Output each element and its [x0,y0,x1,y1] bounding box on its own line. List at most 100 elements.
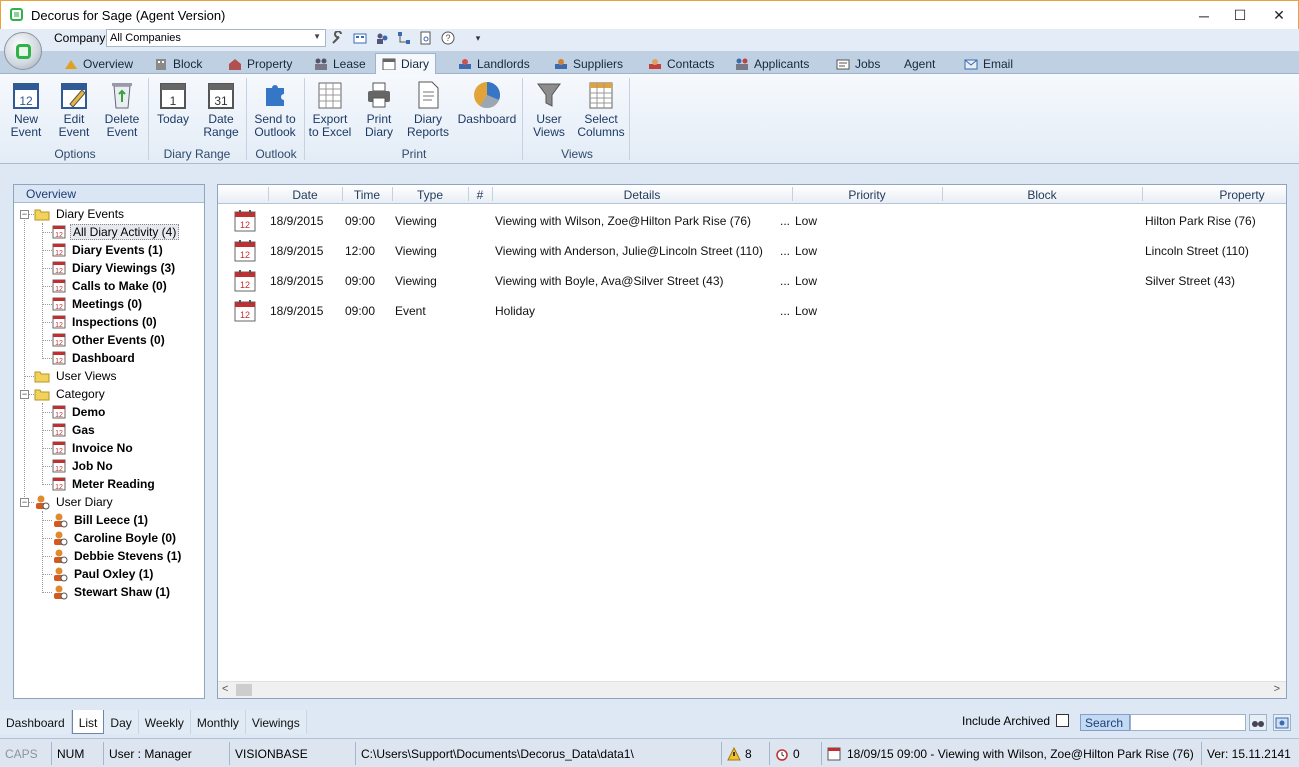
current-user: User : Manager [104,742,230,765]
tree-item-category-3[interactable]: 12 Job No [52,457,115,475]
tab-contacts[interactable]: Contacts [642,53,720,74]
warnings-indicator[interactable]: 8 [722,742,770,765]
column-header-time[interactable]: Time [342,188,392,202]
tree-item-user-3[interactable]: Paul Oxley (1) [52,565,155,583]
table-row[interactable]: 12 18/9/2015 09:00 Viewing Viewing with Boyl… [218,265,1286,295]
tree-item-user-0[interactable]: Bill Leece (1) [52,511,150,529]
tab-email[interactable]: Email [958,53,1019,74]
tab-dashboard[interactable]: Dashboard [0,710,72,734]
collapse-toggle-icon[interactable]: − [20,210,29,219]
cell-type: Viewing [395,244,437,258]
tree-item-category-2[interactable]: 12 Invoice No [52,439,135,457]
scroll-thumb[interactable] [236,684,252,696]
close-button[interactable]: ✕ [1261,1,1297,30]
company-select[interactable]: All Companies ▼ [106,29,326,47]
scroll-left-icon[interactable]: < [222,683,228,695]
column-header-block[interactable]: Block [942,188,1142,202]
tree-folder-user-views[interactable]: User Views [34,367,118,385]
advanced-search-button[interactable] [1273,714,1291,731]
scroll-right-icon[interactable]: > [1274,683,1280,695]
minimize-button[interactable]: ─ [1186,1,1222,30]
tab-property[interactable]: Property [222,53,298,74]
tree-item-category-0[interactable]: 12 Demo [52,403,107,421]
svg-text:12: 12 [55,322,63,329]
users-icon[interactable] [374,30,390,46]
tree-folder-user-diary[interactable]: User Diary [34,493,115,511]
tab-jobs[interactable]: Jobs [830,53,886,74]
today-button[interactable]: 1 Today [155,80,191,148]
send-to-outlook-button[interactable]: Send to Outlook [252,80,298,148]
include-archived-checkbox[interactable] [1056,714,1069,727]
export-to-excel-button[interactable]: Export to Excel [308,80,352,148]
new-event-button[interactable]: 12 New Event [8,80,44,148]
tree-item-category-1[interactable]: 12 Gas [52,421,97,439]
dashboard-button[interactable]: Dashboard [457,80,517,148]
alarms-indicator[interactable]: 0 [770,742,822,765]
edit-event-button[interactable]: Edit Event [56,80,92,148]
help-icon[interactable]: ? [440,30,456,46]
tab-agent[interactable]: Agent [898,53,941,74]
button-label: Dashboard [457,112,517,126]
tab-block[interactable]: Block [148,53,208,74]
tab-day[interactable]: Day [104,710,139,734]
tree-item-diary-7[interactable]: 12 Dashboard [52,349,137,367]
tree-item-diary-3[interactable]: 12 Calls to Make (0) [52,277,169,295]
diary-reports-button[interactable]: Diary Reports [405,80,451,148]
document-settings-icon[interactable] [418,30,434,46]
binoculars-icon [1252,720,1264,727]
column-header-details[interactable]: Details [492,188,792,202]
table-row[interactable]: 12 18/9/2015 09:00 Event Holiday... Low [218,295,1286,325]
tab-monthly[interactable]: Monthly [190,710,246,734]
tab-landlords[interactable]: Landlords [452,53,536,74]
tree-item-category-4[interactable]: 12 Meter Reading [52,475,157,493]
tab-lease[interactable]: Lease [308,53,372,74]
tab-applicants[interactable]: Applicants [729,53,815,74]
user-views-button[interactable]: User Views [530,80,568,148]
tab-suppliers[interactable]: Suppliers [548,53,629,74]
collapse-toggle-icon[interactable]: − [20,498,29,507]
table-row[interactable]: 12 18/9/2015 12:00 Viewing Viewing with Ande… [218,235,1286,265]
tree-item-diary-5[interactable]: 12 Inspections (0) [52,313,159,331]
calculator-icon[interactable] [352,30,368,46]
column-header-date[interactable]: Date [268,188,342,202]
tab-diary[interactable]: Diary [375,53,437,75]
tree-item-diary-2[interactable]: 12 Diary Viewings (3) [52,259,177,277]
tree-connector [42,403,43,483]
select-columns-button[interactable]: Select Columns [576,80,626,148]
horizontal-scrollbar[interactable]: < > [218,681,1286,698]
tab-viewings[interactable]: Viewings [245,710,307,734]
tree-item-user-4[interactable]: Stewart Shaw (1) [52,583,172,601]
tree-item-diary-1[interactable]: 12 Diary Events (1) [52,241,165,259]
tab-list[interactable]: List [71,710,105,734]
tree-item-user-2[interactable]: Debbie Stevens (1) [52,547,183,565]
column-header-number[interactable]: # [468,188,492,202]
column-header-property[interactable]: Property [1142,188,1286,202]
tab-overview[interactable]: Overview [58,53,139,74]
customize-toolbar-icon[interactable]: ▾ [470,30,486,46]
next-event-indicator[interactable]: 18/09/15 09:00 - Viewing with Wilson, Zo… [822,742,1202,765]
tab-weekly[interactable]: Weekly [138,710,191,734]
tree-item-diary-4[interactable]: 12 Meetings (0) [52,295,144,313]
tree-folder-category[interactable]: Category [34,385,107,403]
tree-header[interactable]: Overview [14,185,204,203]
column-header-type[interactable]: Type [392,188,468,202]
tree-connector [42,232,52,233]
search-binoculars-button[interactable] [1249,714,1267,731]
tree-item-diary-0[interactable]: 12 All Diary Activity (4) [52,223,180,241]
tree-item-user-1[interactable]: Caroline Boyle (0) [52,529,178,547]
table-row[interactable]: 12 18/9/2015 09:00 Viewing Viewing with Wils… [218,205,1286,235]
date-range-calendar-icon: 31 [208,83,234,109]
collapse-toggle-icon[interactable]: − [20,390,29,399]
print-diary-button[interactable]: Print Diary [360,80,398,148]
network-icon[interactable] [396,30,412,46]
search-input[interactable] [1130,714,1246,731]
delete-event-button[interactable]: Delete Event [102,80,142,148]
tree-item-diary-6[interactable]: 12 Other Events (0) [52,331,167,349]
column-header-priority[interactable]: Priority [792,188,942,202]
maximize-button[interactable]: ☐ [1222,1,1258,30]
svg-text:?: ? [445,33,450,43]
tree-folder-diary-events[interactable]: Diary Events [34,205,126,223]
wrench-icon[interactable] [330,30,346,46]
date-range-button[interactable]: 31 Date Range [202,80,240,148]
application-menu-button[interactable] [4,32,42,70]
